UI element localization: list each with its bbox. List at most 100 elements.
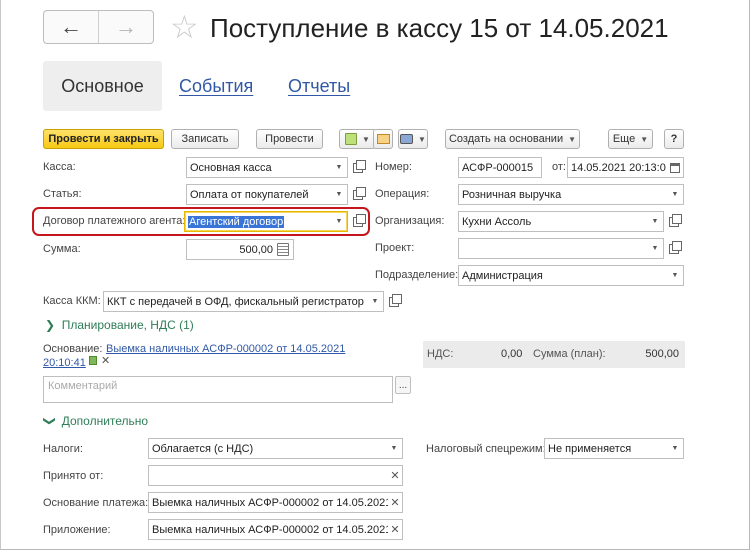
project-label: Проект: xyxy=(375,242,415,254)
tab-main[interactable]: Основное xyxy=(43,61,162,111)
dept-value: Администрация xyxy=(462,269,543,282)
forward-button[interactable]: → xyxy=(98,11,153,43)
structure-menu-button[interactable]: ▼ xyxy=(339,129,376,149)
arrow-left-icon: ← xyxy=(60,14,82,39)
payment-basis-field[interactable]: Выемка наличных АСФР-000002 от 14.05.202… xyxy=(148,492,403,513)
attachment-field[interactable]: Выемка наличных АСФР-000002 от 14.05.202… xyxy=(148,519,403,540)
statya-field[interactable]: Оплата от покупателей ▼ xyxy=(186,184,348,205)
taxes-field[interactable]: Облагается (с НДС) ▼ xyxy=(148,438,403,459)
additional-section-label: Дополнительно xyxy=(61,414,149,428)
chevron-down-icon[interactable]: ▼ xyxy=(667,185,683,204)
plan-sum-label: Сумма (план): xyxy=(533,348,606,360)
open-window-icon xyxy=(389,293,402,307)
clear-icon[interactable]: ✕ xyxy=(388,496,402,509)
chevron-down-icon[interactable]: ▼ xyxy=(667,266,683,285)
operation-label: Операция: xyxy=(375,188,430,200)
taxes-label: Налоги: xyxy=(43,443,83,455)
nomer-value: АСФР-000015 xyxy=(462,161,534,174)
chevron-down-icon[interactable]: ▼ xyxy=(331,185,347,204)
org-label: Организация: xyxy=(375,215,445,227)
chevron-down-icon: ▼ xyxy=(568,134,577,144)
tab-reports[interactable]: Отчеты xyxy=(288,61,350,111)
kassa-open-button[interactable] xyxy=(349,157,367,178)
chevron-down-icon: ▼ xyxy=(418,134,426,144)
kkm-open-button[interactable] xyxy=(385,291,403,312)
chevron-down-icon[interactable]: ▼ xyxy=(331,158,347,177)
tax-regime-field[interactable]: Не применяется ▼ xyxy=(544,438,684,459)
statya-open-button[interactable] xyxy=(349,184,367,205)
clear-icon[interactable]: ✕ xyxy=(388,469,402,482)
help-button[interactable]: ? xyxy=(664,129,684,149)
chevron-down-icon[interactable]: ▼ xyxy=(386,439,402,458)
arrow-right-icon: → xyxy=(115,14,137,39)
save-button[interactable]: Записать xyxy=(171,129,239,149)
nomer-field[interactable]: АСФР-000015 xyxy=(458,157,542,178)
project-open-button[interactable] xyxy=(665,238,683,259)
dept-field[interactable]: Администрация ▼ xyxy=(458,265,684,286)
project-field[interactable]: ▼ xyxy=(458,238,664,259)
clear-icon[interactable]: ✕ xyxy=(388,523,402,536)
remove-icon[interactable]: ✕ xyxy=(101,354,110,367)
basis-link-time[interactable]: 20:10:41 xyxy=(43,356,86,370)
agent-contract-field[interactable]: Агентский договор ▼ xyxy=(184,211,348,232)
attachment-label: Приложение: xyxy=(43,524,111,536)
print-menu-button[interactable]: ▼ xyxy=(398,129,428,149)
operation-field[interactable]: Розничная выручка ▼ xyxy=(458,184,684,205)
agent-contract-value: Агентский договор xyxy=(188,215,285,228)
chevron-down-icon[interactable]: ▼ xyxy=(647,212,663,231)
payment-basis-label: Основание платежа: xyxy=(43,497,149,509)
chevron-down-icon[interactable]: ▼ xyxy=(367,292,383,311)
planning-section-label: Планирование, НДС (1) xyxy=(61,318,194,332)
star-icon[interactable]: ☆ xyxy=(170,10,199,44)
open-window-icon xyxy=(669,240,682,254)
nds-label: НДС: xyxy=(427,348,454,360)
org-open-button[interactable] xyxy=(665,211,683,232)
date-field[interactable]: 14.05.2021 20:13:0 xyxy=(567,157,684,178)
nomer-label: Номер: xyxy=(375,161,412,173)
comment-expand-button[interactable]: ... xyxy=(395,376,411,394)
calendar-icon[interactable] xyxy=(667,158,683,177)
additional-section-toggle[interactable]: ❯ Дополнительно xyxy=(43,414,149,428)
kassa-field[interactable]: Основная касса ▼ xyxy=(186,157,348,178)
document-icon xyxy=(89,356,97,365)
kkm-value: ККТ с передачей в ОФД, фискальный регист… xyxy=(107,295,367,308)
summa-value: 500,00 xyxy=(239,243,273,256)
chevron-down-icon[interactable]: ▼ xyxy=(331,212,347,231)
chevron-down-icon[interactable]: ▼ xyxy=(647,239,663,258)
more-button[interactable]: Еще ▼ xyxy=(608,129,653,149)
tax-regime-label: Налоговый спецрежим: xyxy=(426,443,546,455)
operation-value: Розничная выручка xyxy=(462,188,562,201)
open-window-icon xyxy=(353,159,366,173)
plan-sum-value: 500,00 xyxy=(645,348,679,360)
post-and-close-button[interactable]: Провести и закрыть xyxy=(43,129,164,149)
calculator-icon[interactable] xyxy=(277,243,289,256)
email-button[interactable] xyxy=(373,129,393,149)
open-window-icon xyxy=(353,213,366,227)
chevron-down-icon: ❯ xyxy=(43,415,58,427)
open-window-icon xyxy=(669,213,682,227)
agent-contract-label: Договор платежного агента: xyxy=(43,215,186,227)
create-based-on-button[interactable]: Создать на основании ▼ xyxy=(445,129,580,149)
kkm-label: Касса ККМ: xyxy=(43,295,101,307)
basis-link[interactable]: Выемка наличных АСФР-000002 от 14.05.202… xyxy=(106,342,345,356)
structure-icon xyxy=(345,133,358,145)
dept-label: Подразделение: xyxy=(375,269,459,281)
agent-contract-open-button[interactable] xyxy=(349,211,367,232)
nds-value: 0,00 xyxy=(501,348,523,360)
summa-label: Сумма: xyxy=(43,243,81,255)
chevron-down-icon[interactable]: ▼ xyxy=(667,439,683,458)
kkm-field[interactable]: ККТ с передачей в ОФД, фискальный регист… xyxy=(103,291,384,312)
planning-section-toggle[interactable]: ❯ Планирование, НДС (1) xyxy=(45,318,194,332)
org-field[interactable]: Кухни Ассоль ▼ xyxy=(458,211,664,232)
received-field[interactable]: ✕ xyxy=(148,465,403,486)
date-value: 14.05.2021 20:13:0 xyxy=(571,161,666,174)
tab-events[interactable]: События xyxy=(179,61,253,111)
back-button[interactable]: ← xyxy=(44,11,98,43)
post-button[interactable]: Провести xyxy=(256,129,323,149)
create-based-on-label: Создать на основании xyxy=(448,133,564,145)
statya-label: Статья: xyxy=(43,188,82,200)
vat-panel: НДС: 0,00 Сумма (план): 500,00 xyxy=(423,341,685,368)
ot-label: от: xyxy=(552,161,566,173)
comment-field[interactable]: Комментарий xyxy=(43,376,393,403)
received-label: Принято от: xyxy=(43,470,104,482)
